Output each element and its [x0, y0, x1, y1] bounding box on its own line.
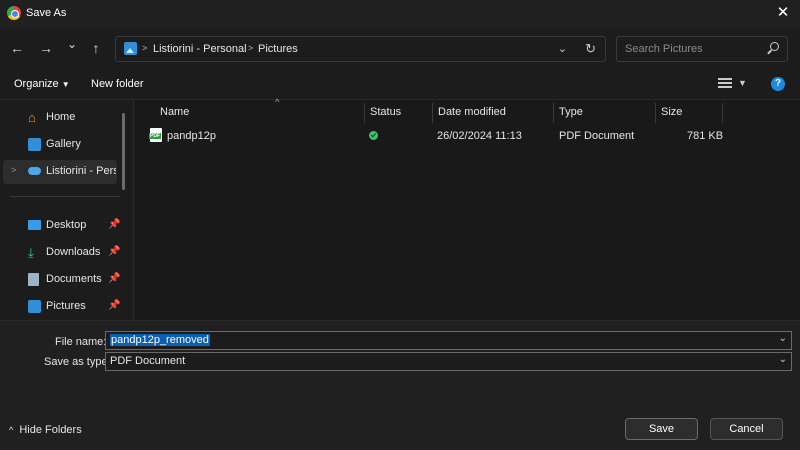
address-bar[interactable]: > Listiorini - Personal > Pictures ⌄ ↻ — [115, 36, 606, 62]
sync-status-ok-icon — [369, 131, 378, 140]
chevron-up-icon: ^ — [9, 425, 14, 435]
column-header-label: Date modified — [438, 106, 506, 118]
column-header-label: Name — [160, 106, 190, 118]
documents-icon — [28, 273, 39, 286]
back-arrow-icon[interactable]: ← — [8, 39, 26, 57]
sidebar-item-downloads[interactable]: ⤓ Downloads 📌 — [3, 241, 120, 265]
sidebar-item-label: Gallery — [46, 138, 81, 150]
sidebar-item-label: Pictures — [46, 300, 86, 312]
pin-icon[interactable]: 📌 — [108, 300, 120, 311]
column-header-name[interactable]: Name ^ — [155, 97, 365, 123]
breadcrumb-separator-icon: > — [142, 43, 148, 53]
address-dropdown-icon[interactable]: ⌄ — [558, 42, 567, 55]
file-name-label: File name: — [55, 336, 107, 348]
pictures-location-icon — [124, 42, 137, 55]
onedrive-icon — [28, 167, 41, 175]
column-header-type[interactable]: Type — [554, 103, 656, 123]
sidebar-item-label: Listiorini - Personal — [46, 165, 116, 177]
sidebar-item-desktop[interactable]: Desktop 📌 — [3, 214, 120, 238]
hide-folders-label: Hide Folders — [19, 424, 82, 436]
save-as-type-value: PDF Document — [110, 355, 186, 367]
file-name: pandp12p — [167, 130, 216, 142]
breadcrumb-separator-icon: > — [248, 43, 254, 53]
breadcrumb-item[interactable]: Pictures — [258, 43, 298, 55]
divider — [10, 196, 120, 197]
column-header-date-modified[interactable]: Date modified — [433, 103, 554, 123]
chevron-down-icon[interactable]: ⌄ — [779, 354, 787, 365]
column-header-label: Size — [661, 106, 683, 118]
file-name-field[interactable]: pandp12p_removed ⌄ — [105, 331, 792, 350]
save-as-type-select[interactable]: PDF Document ⌄ — [105, 352, 792, 371]
sidebar-item-documents[interactable]: Documents 📌 — [3, 268, 120, 292]
close-icon[interactable]: ✕ — [774, 3, 792, 23]
file-name-value: pandp12p_removed — [110, 334, 210, 346]
column-header-status[interactable]: Status — [365, 103, 433, 123]
save-button[interactable]: Save — [625, 418, 698, 440]
chevron-down-icon: ▼ — [61, 80, 70, 89]
file-row[interactable]: pandp12p 26/02/2024 11:13 PDF Document 7… — [135, 126, 800, 146]
sidebar-item-pictures[interactable]: Pictures 📌 — [3, 295, 120, 319]
title-bar: Save As ✕ — [0, 0, 800, 28]
save-as-type-label: Save as type: — [44, 356, 111, 368]
pin-icon[interactable]: 📌 — [108, 219, 120, 230]
view-options-icon[interactable] — [718, 78, 732, 90]
sidebar-scrollbar[interactable] — [122, 113, 125, 190]
navigation-bar: ← → ⌄ ↑ > Listiorini - Personal > Pictur… — [0, 28, 800, 68]
expand-chevron-icon[interactable]: > — [11, 165, 16, 175]
home-icon: ⌂ — [28, 110, 36, 125]
chevron-down-icon[interactable]: ▼ — [738, 78, 747, 88]
pdf-file-icon — [149, 128, 162, 142]
command-bar: Organize ▼ New folder ▼ ? — [0, 68, 800, 100]
pin-icon[interactable]: 📌 — [108, 246, 120, 257]
hide-folders-button[interactable]: ^ Hide Folders — [9, 424, 82, 436]
sidebar-item-gallery[interactable]: Gallery — [3, 133, 117, 157]
up-arrow-icon[interactable]: ↑ — [87, 39, 105, 57]
pin-icon[interactable]: 📌 — [108, 273, 120, 284]
gallery-icon — [28, 138, 41, 151]
desktop-icon — [28, 220, 41, 230]
column-header-label: Type — [559, 106, 583, 118]
sidebar-item-home[interactable]: ⌂ Home — [3, 106, 117, 130]
column-header-label: Status — [370, 106, 402, 118]
organize-label: Organize — [14, 78, 59, 90]
sidebar-item-label: Desktop — [46, 219, 87, 231]
column-header-size[interactable]: Size — [656, 103, 723, 123]
search-icon[interactable] — [767, 42, 779, 54]
pictures-icon — [28, 300, 41, 313]
forward-arrow-icon[interactable]: → — [37, 39, 55, 57]
window-title: Save As — [26, 7, 67, 19]
new-folder-button[interactable]: New folder — [91, 78, 144, 90]
search-placeholder: Search Pictures — [625, 43, 703, 55]
sidebar-item-label: Downloads — [46, 246, 101, 258]
file-list: Name ^ Status Date modified Type Size pa… — [135, 97, 800, 320]
organize-menu[interactable]: Organize ▼ — [14, 78, 70, 90]
sidebar-item-label: Documents — [46, 273, 102, 285]
file-type: PDF Document — [559, 130, 635, 142]
sort-ascending-icon: ^ — [275, 97, 280, 107]
refresh-icon[interactable]: ↻ — [585, 41, 596, 57]
help-icon[interactable]: ? — [771, 77, 785, 91]
chevron-down-icon[interactable]: ⌄ — [779, 333, 787, 344]
cancel-button[interactable]: Cancel — [710, 418, 783, 440]
breadcrumb-item[interactable]: Listiorini - Personal — [153, 43, 247, 55]
navigation-pane: ⌂ Home Gallery > Listiorini - Personal D… — [0, 100, 134, 320]
sidebar-item-label: Home — [46, 111, 76, 123]
file-size: 781 KB — [687, 130, 724, 142]
sidebar-item-onedrive[interactable]: > Listiorini - Personal — [3, 160, 117, 184]
search-box[interactable]: Search Pictures — [616, 36, 788, 62]
download-icon: ⤓ — [28, 245, 34, 260]
chrome-icon — [7, 6, 21, 20]
file-date-modified: 26/02/2024 11:13 — [437, 130, 522, 142]
save-form: File name: pandp12p_removed ⌄ Save as ty… — [0, 320, 800, 450]
recent-locations-chevron-icon[interactable]: ⌄ — [63, 35, 81, 53]
